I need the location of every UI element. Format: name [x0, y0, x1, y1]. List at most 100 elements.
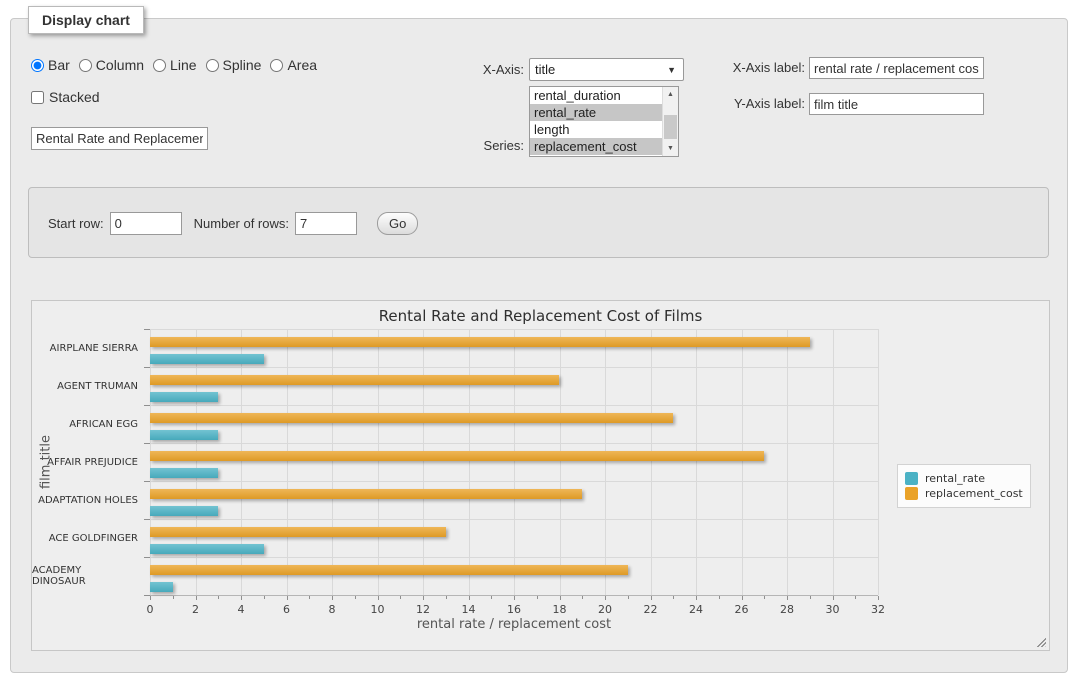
- chart-type-label: Line: [170, 57, 196, 73]
- x-tick-label: 28: [774, 603, 800, 616]
- chart-bar-replacement_cost: [150, 451, 764, 461]
- chart-type-radio-area[interactable]: [270, 59, 283, 72]
- chart-type-radio-line[interactable]: [153, 59, 166, 72]
- chart-type-label: Bar: [48, 57, 70, 73]
- category-label: AFRICAN EGG: [32, 405, 144, 443]
- series-option-rental_duration[interactable]: rental_duration: [530, 87, 662, 104]
- x-axis-tick: [378, 596, 379, 600]
- x-axis-tick: [423, 596, 424, 600]
- series-listbox[interactable]: rental_durationrental_ratelengthreplacem…: [529, 86, 679, 157]
- chart-bar-rental_rate: [150, 354, 264, 364]
- scrollbar-thumb[interactable]: [664, 115, 677, 139]
- x-axis-label-input[interactable]: [809, 57, 984, 79]
- x-axis-tick: [514, 596, 515, 600]
- gridline-vertical: [651, 329, 652, 595]
- x-axis-minor-tick: [628, 596, 629, 599]
- gridline-vertical: [287, 329, 288, 595]
- chart-type-label: Column: [96, 57, 144, 73]
- stacked-checkbox-row[interactable]: Stacked: [31, 89, 100, 105]
- gridline-horizontal: [150, 329, 878, 330]
- chart-type-option-spline[interactable]: Spline: [206, 57, 262, 73]
- legend-label: rental_rate: [925, 472, 985, 485]
- chart-bar-rental_rate: [150, 430, 218, 440]
- x-axis-minor-tick: [855, 596, 856, 599]
- stacked-checkbox[interactable]: [31, 91, 44, 104]
- number-of-rows-input[interactable]: [295, 212, 357, 235]
- x-tick-label: 24: [683, 603, 709, 616]
- gridline-vertical: [241, 329, 242, 595]
- x-axis-minor-tick: [400, 596, 401, 599]
- x-tick-label: 4: [228, 603, 254, 616]
- row-range-form: Start row: Number of rows: Go: [28, 187, 1049, 258]
- chart-type-option-area[interactable]: Area: [270, 57, 317, 73]
- category-label: AIRPLANE SIERRA: [32, 329, 144, 367]
- x-axis-minor-tick: [218, 596, 219, 599]
- gridline-vertical: [742, 329, 743, 595]
- go-button[interactable]: Go: [377, 212, 418, 235]
- chart-type-radio-bar[interactable]: [31, 59, 44, 72]
- number-of-rows-label: Number of rows:: [194, 216, 289, 231]
- y-axis-label-input[interactable]: [809, 93, 984, 115]
- gridline-vertical: [196, 329, 197, 595]
- x-axis-tick: [605, 596, 606, 600]
- x-tick-label: 6: [274, 603, 300, 616]
- chart-type-option-bar[interactable]: Bar: [31, 57, 70, 73]
- x-axis-minor-tick: [264, 596, 265, 599]
- chart-resize-handle[interactable]: [1035, 636, 1046, 647]
- x-axis-tick: [332, 596, 333, 600]
- start-row-label: Start row:: [48, 216, 104, 231]
- x-axis-selected-value: title: [535, 62, 555, 77]
- gridline-horizontal: [150, 557, 878, 558]
- display-chart-panel: BarColumnLineSplineArea Stacked X-Axis: …: [10, 18, 1068, 673]
- chart-bar-replacement_cost: [150, 527, 446, 537]
- gridline-vertical: [833, 329, 834, 595]
- gridline-horizontal: [150, 405, 878, 406]
- series-option-rental_rate[interactable]: rental_rate: [530, 104, 662, 121]
- chevron-down-icon: ▼: [667, 65, 676, 75]
- x-tick-label: 10: [365, 603, 391, 616]
- y-axis-tick: [144, 443, 150, 444]
- legend-item-rental_rate[interactable]: rental_rate: [905, 472, 1023, 485]
- start-row-input[interactable]: [110, 212, 182, 235]
- gridline-vertical: [878, 329, 879, 595]
- x-axis-minor-tick: [719, 596, 720, 599]
- gridline-vertical: [605, 329, 606, 595]
- scroll-up-icon[interactable]: ▲: [663, 87, 678, 102]
- series-option-replacement_cost[interactable]: replacement_cost: [530, 138, 662, 155]
- chart-bar-rental_rate: [150, 468, 218, 478]
- x-tick-label: 18: [547, 603, 573, 616]
- legend-item-replacement_cost[interactable]: replacement_cost: [905, 487, 1023, 500]
- y-axis-tick: [144, 519, 150, 520]
- x-axis-minor-tick: [764, 596, 765, 599]
- series-option-length[interactable]: length: [530, 121, 662, 138]
- listbox-scrollbar[interactable]: ▲ ▼: [662, 87, 678, 156]
- x-axis-select-label: X-Axis:: [449, 62, 524, 77]
- chart-type-option-column[interactable]: Column: [79, 57, 144, 73]
- category-label: ADAPTATION HOLES: [32, 481, 144, 519]
- x-axis-minor-tick: [309, 596, 310, 599]
- y-axis-tick: [144, 557, 150, 558]
- gridline-horizontal: [150, 481, 878, 482]
- x-axis-select[interactable]: title ▼: [529, 58, 684, 81]
- chart-bar-replacement_cost: [150, 337, 810, 347]
- panel-title: Display chart: [28, 6, 144, 34]
- gridline-vertical: [150, 329, 151, 595]
- chart-title: Rental Rate and Replacement Cost of Film…: [32, 307, 1049, 325]
- gridline-horizontal: [150, 519, 878, 520]
- chart-type-radio-column[interactable]: [79, 59, 92, 72]
- gridline-vertical: [469, 329, 470, 595]
- x-tick-label: 0: [137, 603, 163, 616]
- chart-bar-rental_rate: [150, 582, 173, 592]
- x-axis-minor-tick: [582, 596, 583, 599]
- x-tick-label: 20: [592, 603, 618, 616]
- chart-title-input[interactable]: [31, 127, 208, 150]
- chart-type-radio-spline[interactable]: [206, 59, 219, 72]
- series-select-label: Series:: [449, 138, 524, 153]
- scroll-down-icon[interactable]: ▼: [663, 141, 678, 156]
- y-axis-tick: [144, 405, 150, 406]
- chart-bar-rental_rate: [150, 544, 264, 554]
- x-tick-label: 8: [319, 603, 345, 616]
- chart-type-option-line[interactable]: Line: [153, 57, 196, 73]
- x-tick-label: 12: [410, 603, 436, 616]
- x-axis-minor-tick: [810, 596, 811, 599]
